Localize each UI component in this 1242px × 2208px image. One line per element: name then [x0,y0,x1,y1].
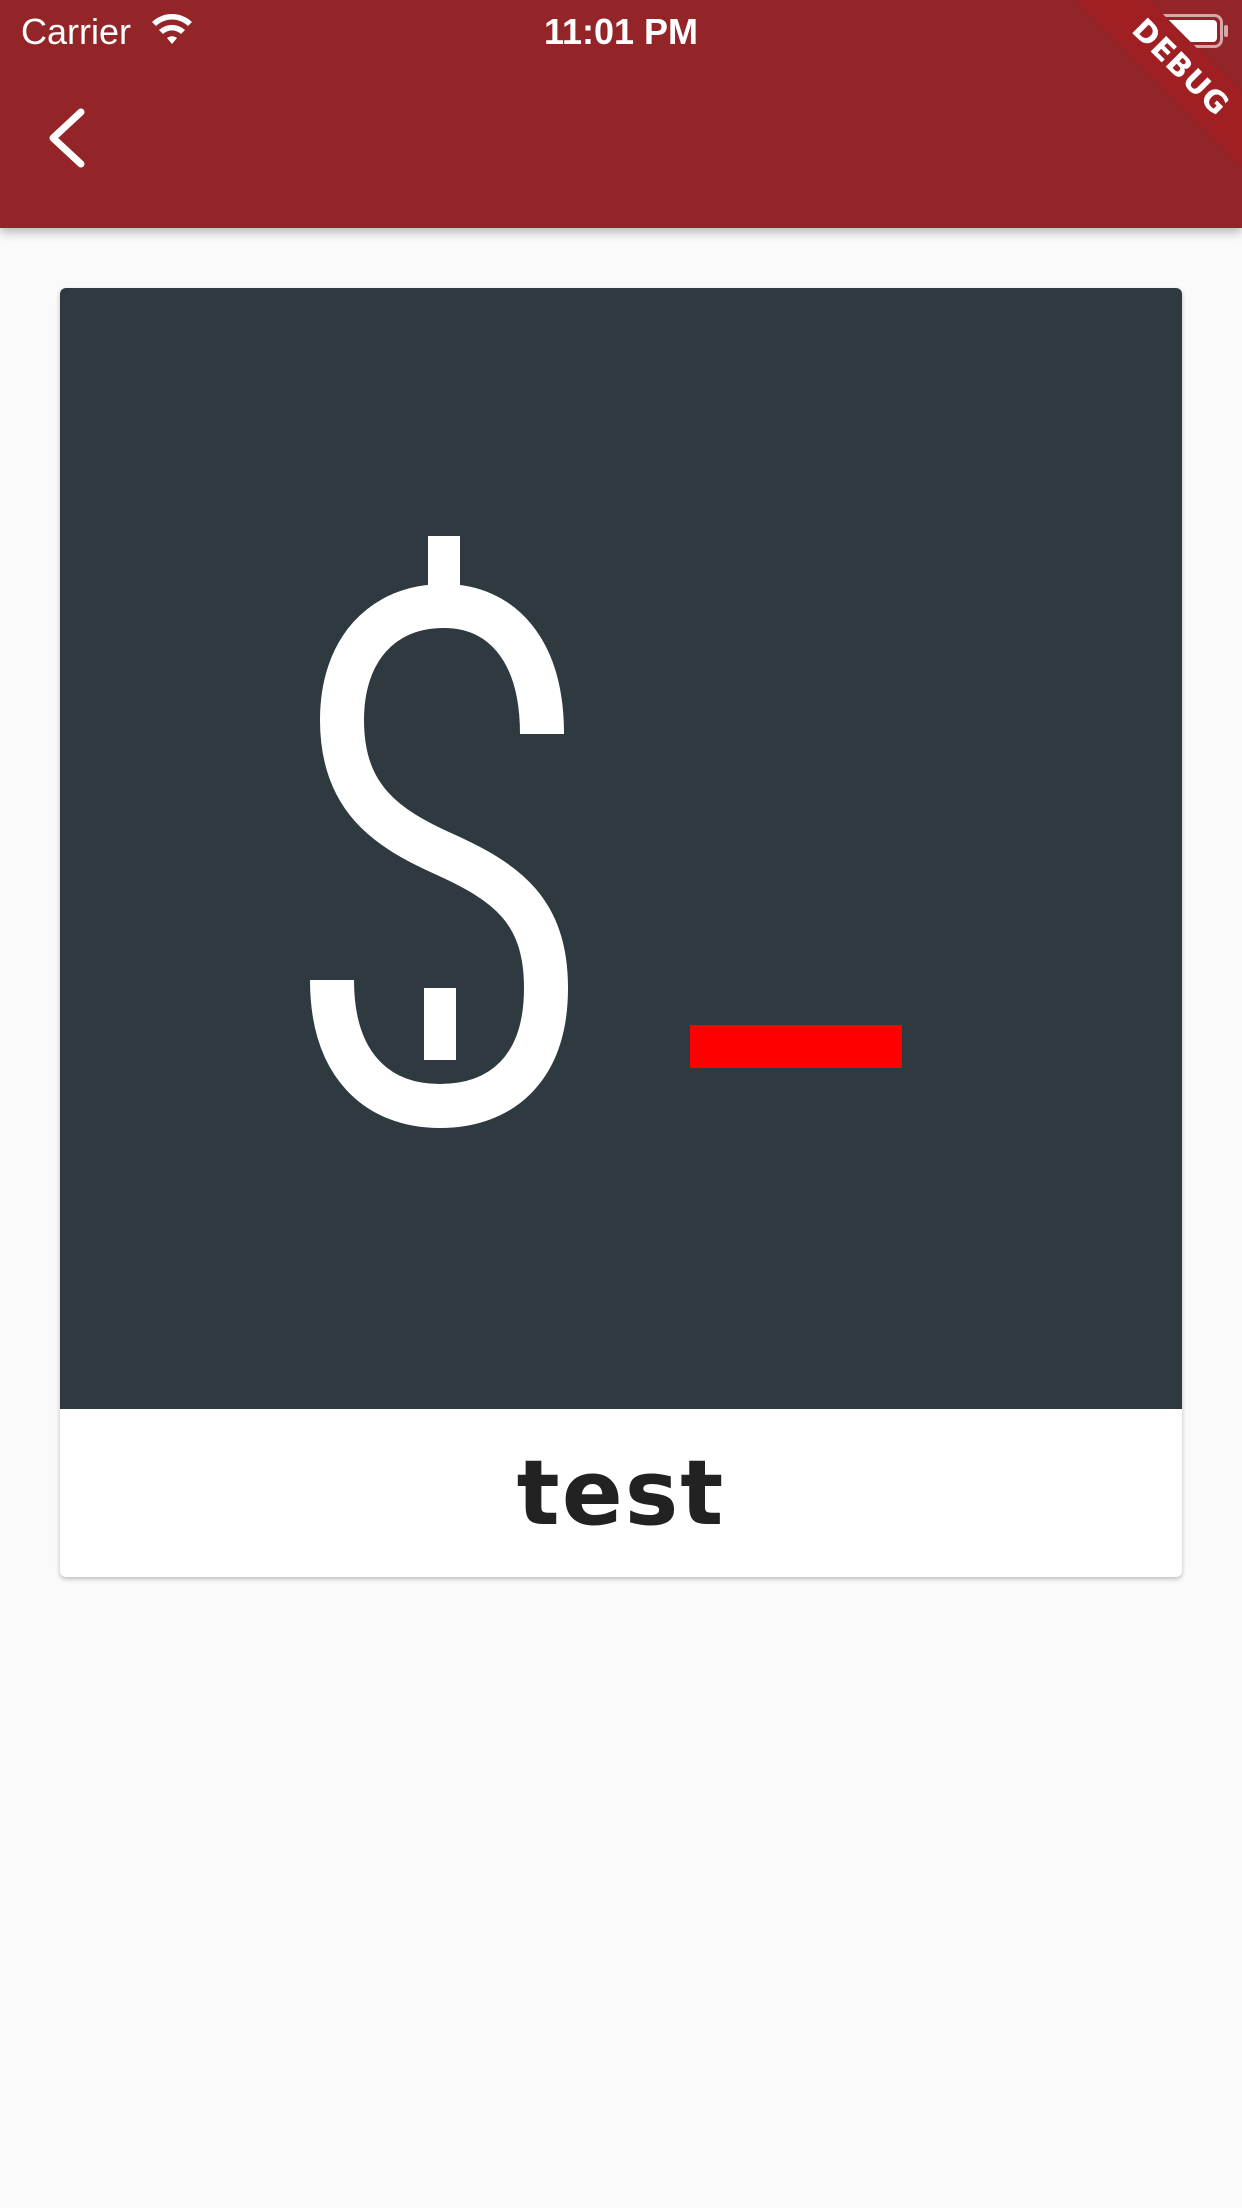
terminal-icon [310,536,902,1129]
back-button[interactable] [28,102,104,178]
content-area: test [60,288,1182,1577]
app-bar: Carrier 11:01 PM [0,0,1242,228]
card-image [60,288,1182,1409]
chevron-left-icon [43,106,89,175]
card-title: test [516,1440,726,1546]
status-time: 11:01 PM [543,11,699,52]
status-bar: Carrier 11:01 PM [0,0,1242,60]
item-card[interactable]: test [60,288,1182,1577]
